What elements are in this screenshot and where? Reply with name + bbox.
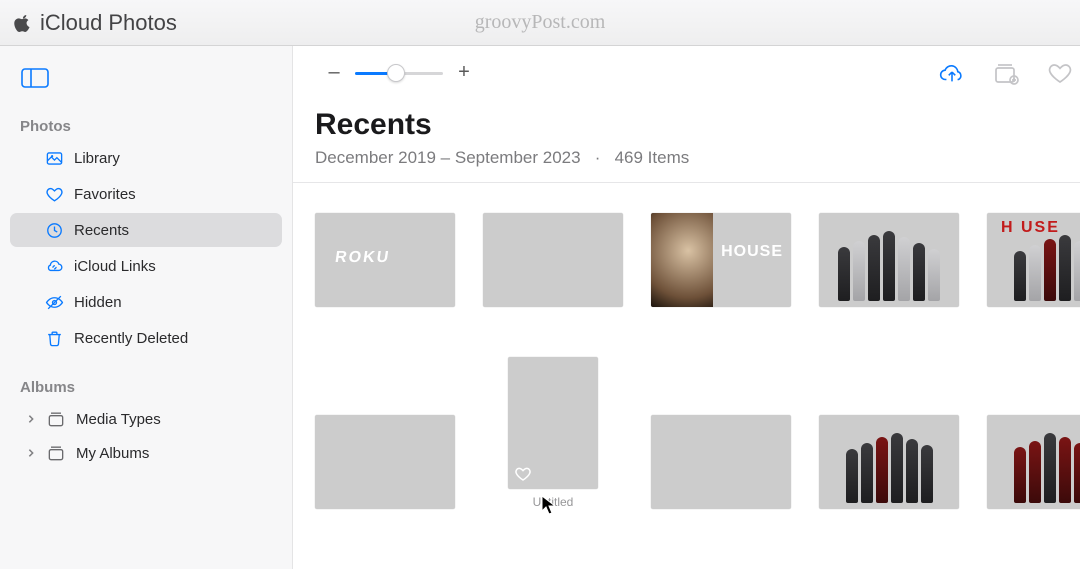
stack-icon [46, 443, 66, 463]
page-subtitle: December 2019 – September 2023 · 469 Ite… [315, 148, 1080, 168]
titlebar: iCloud Photos groovyPost.com [0, 0, 1080, 46]
zoom-slider[interactable] [355, 63, 443, 83]
sidebar-item-favorites[interactable]: Favorites [10, 177, 282, 211]
main-split: Photos Library Favorites Recents iCloud … [0, 46, 1080, 569]
date-range: December 2019 – September 2023 [315, 148, 581, 167]
cloud-upload-icon [939, 61, 965, 85]
upload-button[interactable] [939, 61, 965, 85]
eye-slash-icon [44, 292, 64, 312]
photo-row [315, 213, 1080, 307]
content-area: – + Recen [293, 46, 1080, 569]
sidebar-item-icloud-links[interactable]: iCloud Links [10, 249, 282, 283]
thumb-caption: Untitled [533, 495, 574, 509]
thumb-roku[interactable] [315, 213, 455, 307]
sidebar-item-label: Library [74, 150, 120, 167]
sidebar-item-label: Recently Deleted [74, 330, 188, 347]
content-toolbar: – + [293, 46, 1080, 100]
zoom-in-button[interactable]: + [457, 61, 471, 84]
sidebar-toggle-button[interactable] [20, 66, 50, 90]
sidebar-item-label: Favorites [74, 186, 136, 203]
sidebar-item-label: iCloud Links [74, 258, 156, 275]
thumb-galaxy-station[interactable] [651, 415, 791, 509]
photo-library-icon [44, 148, 64, 168]
cloud-link-icon [44, 256, 64, 276]
sidebar-item-label: Hidden [74, 294, 122, 311]
sidebar-item-my-albums[interactable]: My Albums [10, 436, 282, 470]
sidebar-album-label: My Albums [76, 445, 149, 462]
sidebar-item-label: Recents [74, 222, 129, 239]
clock-icon [44, 220, 64, 240]
separator-dot: · [595, 148, 601, 167]
chevron-right-icon [26, 445, 40, 462]
app-name: iCloud [40, 10, 102, 36]
sidebar-item-media-types[interactable]: Media Types [10, 402, 282, 436]
chevron-right-icon [26, 411, 40, 428]
sidebar-item-recently-deleted[interactable]: Recently Deleted [10, 321, 282, 355]
sidebar-item-library[interactable]: Library [10, 141, 282, 175]
zoom-slider-knob[interactable] [387, 64, 405, 82]
app-section: Photos [108, 10, 177, 36]
sidebar: Photos Library Favorites Recents iCloud … [0, 46, 293, 569]
add-album-icon [993, 61, 1019, 85]
thumb-house-dark[interactable] [651, 213, 791, 307]
trash-icon [44, 328, 64, 348]
heart-icon [44, 184, 64, 204]
sidebar-toggle-icon [21, 68, 49, 88]
zoom-out-button[interactable]: – [327, 61, 341, 84]
page-header: Recents December 2019 – September 2023 ·… [293, 100, 1080, 183]
item-count: 469 Items [615, 148, 690, 167]
zoom-control: – + [327, 61, 471, 84]
heart-icon [1047, 61, 1073, 85]
thumb-ds9-cast[interactable] [819, 415, 959, 509]
favorite-button[interactable] [1047, 61, 1073, 85]
favorite-badge-icon [514, 465, 532, 483]
thumb-ds9-poster[interactable]: Untitled [483, 357, 623, 509]
watermark-text: groovyPost.com [475, 11, 606, 34]
apple-logo-icon [14, 14, 32, 32]
sidebar-item-hidden[interactable]: Hidden [10, 285, 282, 319]
thumb-xwing[interactable] [315, 415, 455, 509]
sidebar-item-recents[interactable]: Recents [10, 213, 282, 247]
sidebar-section-photos: Photos [0, 112, 292, 141]
photo-row: Untitled [315, 357, 1080, 509]
page-title: Recents [315, 108, 1080, 142]
photo-grid[interactable]: Untitled [293, 183, 1080, 569]
add-album-button[interactable] [993, 61, 1019, 85]
thumb-house-red[interactable] [987, 213, 1080, 307]
thumb-house-cast-white[interactable] [819, 213, 959, 307]
sidebar-album-label: Media Types [76, 411, 161, 428]
thumb-tng-cast[interactable] [987, 415, 1080, 509]
sidebar-section-albums: Albums [0, 373, 292, 402]
stack-icon [46, 409, 66, 429]
thumb-star-trek-tos[interactable] [483, 213, 623, 307]
